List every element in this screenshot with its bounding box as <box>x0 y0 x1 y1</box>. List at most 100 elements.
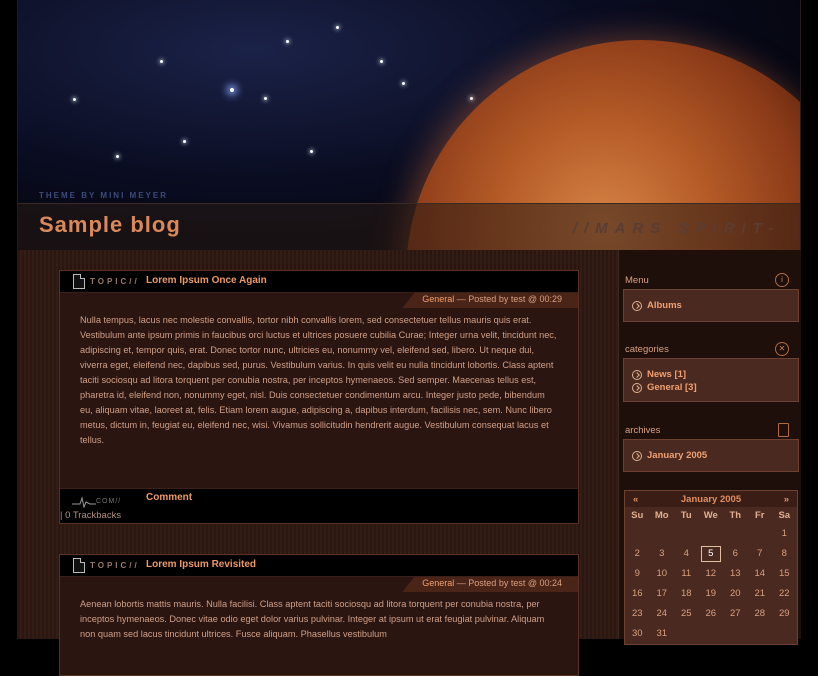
trackbacks-link[interactable]: | 0 Trackbacks <box>60 510 121 521</box>
document-icon <box>73 274 85 289</box>
star <box>380 60 383 63</box>
calendar-empty-cell <box>748 524 773 544</box>
xml-icon[interactable]: ✕ <box>775 342 789 356</box>
category-item-news[interactable]: News [1] <box>632 369 790 380</box>
archives-box: archives January 2005 <box>623 420 799 472</box>
box-title: archives <box>625 425 661 436</box>
calendar-empty-cell <box>674 624 699 644</box>
post-category-link[interactable]: General <box>422 578 454 588</box>
calendar-empty-cell <box>699 524 724 544</box>
star <box>183 140 186 143</box>
calendar-day[interactable]: 31 <box>650 624 675 644</box>
star <box>470 97 473 100</box>
header-banner: THEME BY MINI MEYER Sample blog //MARS S… <box>18 0 800 250</box>
calendar-week: 30 31 <box>625 624 797 644</box>
tagline: //MARS SPIRIT- <box>572 220 780 237</box>
calendar-day[interactable]: 27 <box>723 604 748 624</box>
arrow-circle-icon <box>632 300 642 311</box>
calendar-day[interactable]: 12 <box>699 564 724 584</box>
document-icon <box>778 423 789 437</box>
weekday-label: We <box>703 510 718 521</box>
info-icon: i <box>775 273 789 287</box>
post-meta-row: General — Posted by test @ 00:29 <box>60 293 578 309</box>
calendar-day[interactable]: 1 <box>772 524 797 544</box>
calendar-day[interactable]: 26 <box>699 604 724 624</box>
calendar-day[interactable]: 15 <box>772 564 797 584</box>
box-title: categories <box>625 344 669 355</box>
star <box>264 97 267 100</box>
post: TOPIC// Lorem Ipsum Once Again General —… <box>59 270 579 524</box>
page-frame: THEME BY MINI MEYER Sample blog //MARS S… <box>17 0 801 676</box>
calendar-day[interactable]: 28 <box>748 604 773 624</box>
calendar-day[interactable]: 23 <box>625 604 650 624</box>
calendar-next-button[interactable]: » <box>784 494 789 505</box>
sidebar: Menu i Albums categories ✕ News [1] Genera… <box>618 250 801 645</box>
box-body: Albums <box>623 289 799 322</box>
comment-logo-text: COM// <box>96 498 122 505</box>
calendar-day[interactable]: 13 <box>723 564 748 584</box>
calendar: « January 2005 » Su Mo Tu We Th Fr Sa 12… <box>624 490 798 645</box>
menu-item-albums[interactable]: Albums <box>632 300 790 311</box>
blog-title[interactable]: Sample blog <box>39 212 181 238</box>
calendar-day[interactable]: 5 <box>699 544 724 564</box>
post-byline: — Posted by test @ 00:24 <box>454 578 562 588</box>
calendar-prev-button[interactable]: « <box>633 494 638 505</box>
topic-label: TOPIC// <box>90 561 140 570</box>
calendar-empty-cell <box>772 624 797 644</box>
comment-link[interactable]: Comment <box>146 492 192 503</box>
calendar-day[interactable]: 9 <box>625 564 650 584</box>
post-footer: COM// Comment | 0 Trackbacks <box>60 488 578 523</box>
calendar-day[interactable]: 4 <box>674 544 699 564</box>
calendar-day[interactable]: 19 <box>699 584 724 604</box>
post-title-link[interactable]: Lorem Ipsum Once Again <box>146 275 267 286</box>
menu-box: Menu i Albums <box>623 270 799 322</box>
calendar-day[interactable]: 17 <box>650 584 675 604</box>
calendar-weekdays: Su Mo Tu We Th Fr Sa <box>625 507 797 524</box>
categories-box: categories ✕ News [1] General [3] <box>623 339 799 402</box>
calendar-day[interactable]: 29 <box>772 604 797 624</box>
calendar-day[interactable]: 24 <box>650 604 675 624</box>
post-category-link[interactable]: General <box>422 294 454 304</box>
weekday-label: Mo <box>654 510 669 521</box>
calendar-day[interactable]: 2 <box>625 544 650 564</box>
arrow-circle-icon <box>632 450 642 461</box>
title-bar: Sample blog //MARS SPIRIT- <box>18 203 800 250</box>
weekday-label: Su <box>631 510 644 521</box>
box-header: archives <box>623 420 799 439</box>
star <box>230 88 234 92</box>
category-item-general[interactable]: General [3] <box>632 382 790 393</box>
arrow-circle-icon <box>632 369 642 380</box>
calendar-day[interactable]: 11 <box>674 564 699 584</box>
calendar-day[interactable]: 8 <box>772 544 797 564</box>
star <box>402 82 405 85</box>
archive-item-january-2005[interactable]: January 2005 <box>632 450 790 461</box>
calendar-day[interactable]: 3 <box>650 544 675 564</box>
calendar-day[interactable]: 16 <box>625 584 650 604</box>
calendar-day[interactable]: 14 <box>748 564 773 584</box>
main-content: TOPIC// Lorem Ipsum Once Again General —… <box>18 250 618 676</box>
post-body: Aenean lobortis mattis mauris. Nulla fac… <box>80 599 545 639</box>
calendar-empty-cell <box>650 524 675 544</box>
calendar-day[interactable]: 10 <box>650 564 675 584</box>
post-title-link[interactable]: Lorem Ipsum Revisited <box>146 559 256 570</box>
calendar-day[interactable]: 20 <box>723 584 748 604</box>
weekday-label: Tu <box>680 510 692 521</box>
calendar-day[interactable]: 7 <box>748 544 773 564</box>
calendar-empty-cell <box>748 624 773 644</box>
box-body: January 2005 <box>623 439 799 472</box>
box-header: categories ✕ <box>623 339 799 358</box>
calendar-empty-cell <box>723 524 748 544</box>
arrow-circle-icon <box>632 382 642 393</box>
calendar-day[interactable]: 25 <box>674 604 699 624</box>
calendar-week: 16 17 18 19 20 21 22 <box>625 584 797 604</box>
calendar-day[interactable]: 6 <box>723 544 748 564</box>
calendar-day[interactable]: 18 <box>674 584 699 604</box>
calendar-empty-cell <box>699 624 724 644</box>
calendar-day[interactable]: 30 <box>625 624 650 644</box>
calendar-empty-cell <box>625 524 650 544</box>
calendar-day[interactable]: 22 <box>772 584 797 604</box>
calendar-day[interactable]: 21 <box>748 584 773 604</box>
star <box>336 26 339 29</box>
box-header: Menu i <box>623 270 799 289</box>
calendar-days: 1 2 3 4 5 6 7 8 9 10 11 12 13 14 15 16 17 18 19 20 21 22 23 24 2… <box>625 524 797 644</box>
